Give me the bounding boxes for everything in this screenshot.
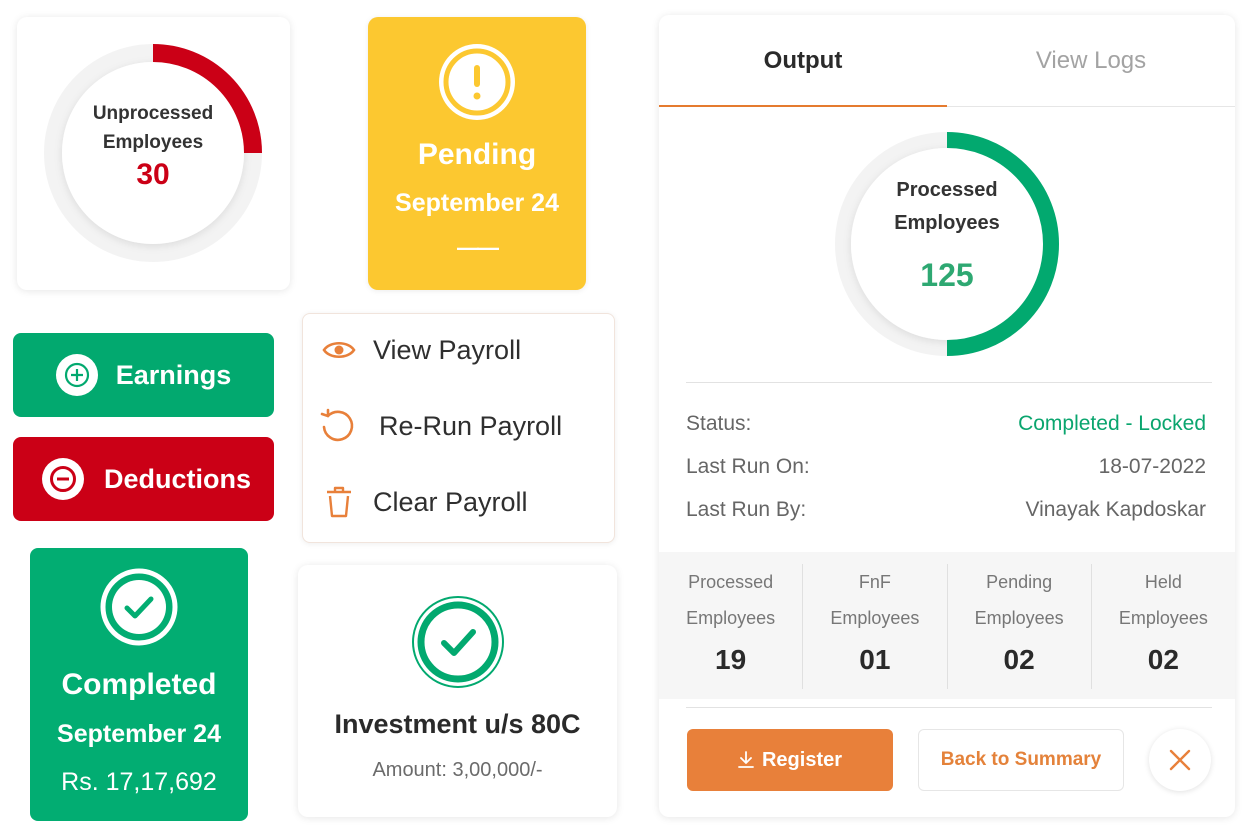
- output-tabs: Output View Logs: [659, 15, 1235, 107]
- stat-held: Held Employees 02: [1092, 564, 1235, 689]
- deductions-label: Deductions: [103, 463, 251, 494]
- stat-value: 02: [1003, 644, 1035, 675]
- status-value: Completed - Locked: [1018, 412, 1206, 435]
- exclamation-circle-icon: [438, 43, 516, 126]
- completed-title: Completed: [61, 668, 217, 701]
- last-run-by-value: Vinayak Kapdoskar: [1025, 498, 1206, 521]
- menu-item-clear-payroll[interactable]: Clear Payroll: [321, 484, 528, 520]
- stat-value: 01: [859, 644, 891, 675]
- info-row-last-run-on: Last Run On: 18-07-2022: [686, 455, 1206, 479]
- stat-label: Held: [1144, 572, 1182, 592]
- trash-icon: [321, 484, 357, 520]
- menu-item-view-payroll[interactable]: View Payroll: [321, 332, 521, 368]
- processed-label-line2: Employees: [894, 211, 1000, 234]
- stat-label: Employees: [974, 608, 1064, 628]
- tab-output[interactable]: Output: [659, 15, 947, 107]
- stat-label: FnF: [858, 572, 891, 592]
- processed-label-line1: Processed: [896, 178, 998, 201]
- earnings-label: Earnings: [115, 359, 232, 390]
- stat-label: Pending: [986, 572, 1053, 592]
- unprocessed-label-line1: Unprocessed: [92, 102, 214, 124]
- stat-processed: Processed Employees 19: [659, 564, 804, 689]
- plus-circle-icon: [55, 354, 98, 396]
- back-to-summary-button[interactable]: Back to Summary: [918, 729, 1124, 791]
- close-icon: [1169, 749, 1191, 771]
- check-circle-icon: [100, 568, 178, 651]
- stat-label: Processed: [688, 572, 774, 592]
- info-label: Status:: [686, 412, 752, 435]
- investment-title: Investment u/s 80C: [334, 709, 581, 739]
- completed-month: September 24: [57, 720, 221, 748]
- unprocessed-label-line2: Employees: [102, 131, 204, 153]
- processed-count: 125: [920, 256, 974, 293]
- stat-label: Employees: [830, 608, 920, 628]
- info-row-last-run-by: Last Run By: Vinayak Kapdoskar: [686, 498, 1206, 522]
- processed-progress-ring: Processed Employees 125: [834, 131, 1060, 357]
- stat-fnf: FnF Employees 01: [803, 564, 948, 689]
- menu-item-label: Clear Payroll: [373, 486, 528, 517]
- last-run-on-value: 18-07-2022: [1098, 455, 1206, 478]
- download-icon: [738, 751, 754, 769]
- check-circle-icon: [411, 595, 505, 694]
- pending-title: Pending: [417, 138, 537, 171]
- minus-circle-icon: [41, 458, 84, 500]
- stat-label: Employees: [686, 608, 776, 628]
- stat-pending: Pending Employees 02: [948, 564, 1092, 689]
- divider: [686, 382, 1212, 383]
- menu-item-label: Re-Run Payroll: [379, 410, 563, 441]
- menu-item-rerun-payroll[interactable]: Re-Run Payroll: [319, 408, 562, 444]
- stat-label: Employees: [1118, 608, 1208, 628]
- payroll-actions-menu: View Payroll Re-Run Payroll Clear Payrol…: [302, 313, 615, 543]
- investment-80c-card: Investment u/s 80C Amount: 3,00,000/-: [298, 565, 617, 817]
- unprocessed-count: 30: [136, 157, 170, 191]
- unprocessed-employees-card: Unprocessed Employees 30: [17, 17, 290, 290]
- payroll-output-panel: Output View Logs Processed Employees 125…: [659, 15, 1235, 817]
- completed-status-card: Completed September 24 Rs. 17,17,692: [30, 548, 248, 821]
- completed-amount: Rs. 17,17,692: [61, 768, 217, 796]
- rerun-icon: [319, 408, 355, 444]
- eye-icon: [321, 332, 357, 368]
- info-row-status: Status: Completed - Locked: [686, 412, 1206, 436]
- info-label: Last Run By:: [686, 498, 807, 521]
- employee-stats: Processed Employees 19 FnF Employees 01 …: [659, 552, 1235, 699]
- pending-month: September 24: [395, 189, 559, 217]
- register-label: Register: [761, 748, 843, 771]
- register-button[interactable]: Register: [687, 729, 893, 791]
- divider: [686, 707, 1212, 708]
- info-label: Last Run On:: [686, 455, 810, 478]
- menu-item-label: View Payroll: [373, 334, 522, 365]
- stat-value: 19: [715, 644, 747, 675]
- investment-amount: Amount: 3,00,000/-: [372, 759, 543, 781]
- pending-status-card: Pending September 24 ——: [368, 17, 586, 290]
- stat-value: 02: [1147, 644, 1179, 675]
- close-button[interactable]: [1149, 729, 1211, 791]
- deductions-button[interactable]: Deductions: [13, 437, 274, 521]
- unprocessed-progress-ring: Unprocessed Employees 30: [43, 43, 263, 263]
- tab-view-logs[interactable]: View Logs: [947, 15, 1235, 106]
- pending-amount: ——: [457, 235, 499, 260]
- earnings-button[interactable]: Earnings: [13, 333, 274, 417]
